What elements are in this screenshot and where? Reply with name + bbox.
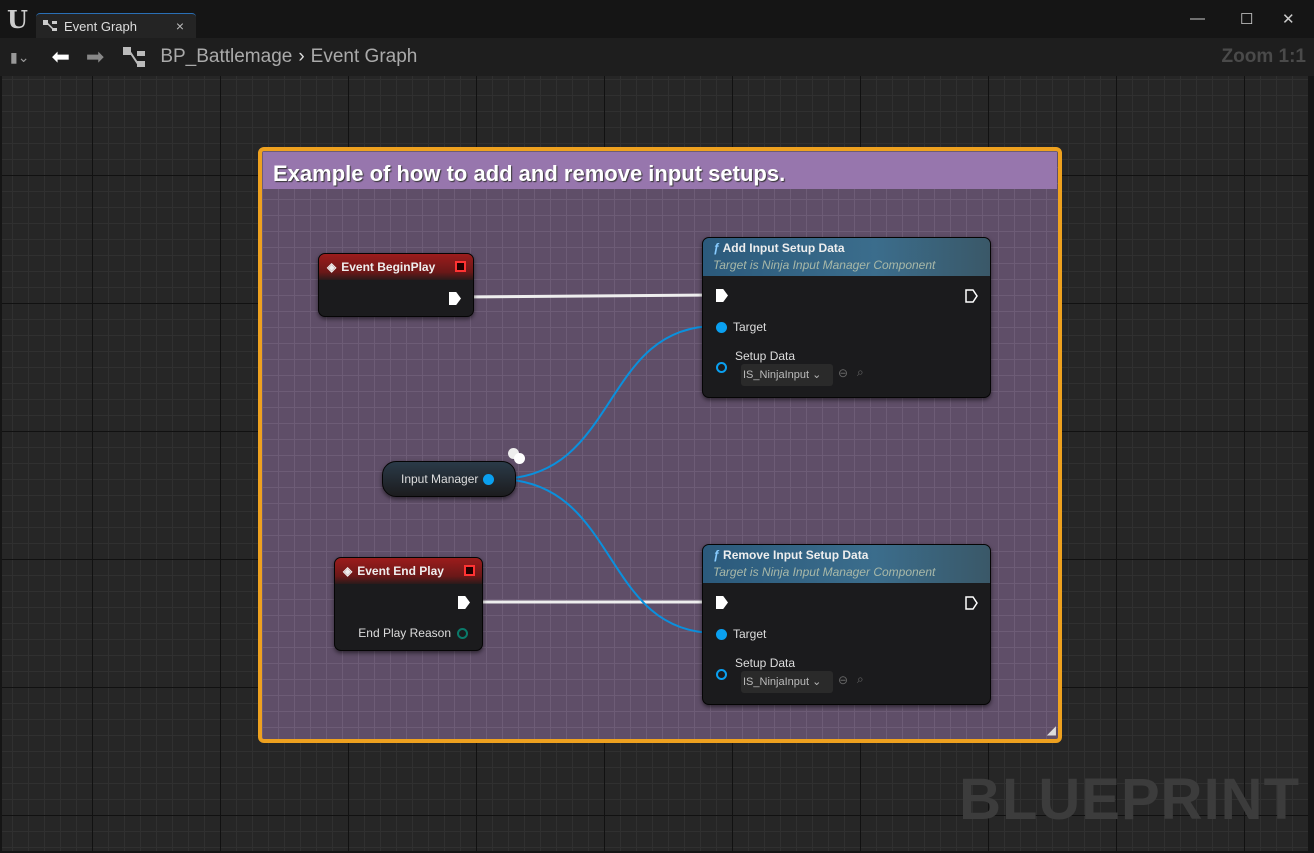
delegate-pin-icon[interactable] <box>464 565 475 576</box>
setup-data-pin[interactable] <box>716 669 727 680</box>
object-wire-add <box>496 325 717 480</box>
node-event-endplay[interactable]: ◈ Event End Play End Play Reason <box>334 557 483 651</box>
bookmark-icon[interactable]: ▮⌄ <box>10 49 29 66</box>
node-subtitle: Target is Ninja Input Manager Component <box>713 565 936 579</box>
setup-data-dropdown[interactable]: IS_NinjaInput ⌄ <box>741 364 833 386</box>
exec-out-pin[interactable] <box>965 289 978 303</box>
breadcrumb-blueprint[interactable]: BP_Battlemage <box>160 46 292 68</box>
toolbar: ▮⌄ ⬅ ➡ BP_Battlemage › Event Graph Zoom … <box>0 38 1314 76</box>
target-pin[interactable] <box>716 321 727 333</box>
node-remove-input-setup-data[interactable]: ƒ Remove Input Setup Data Target is Ninja… <box>702 544 991 705</box>
node-title: Add Input Setup Data <box>722 241 845 255</box>
breadcrumb-separator: › <box>298 46 305 67</box>
event-icon: ◈ <box>343 564 353 578</box>
node-event-beginplay[interactable]: ◈ Event BeginPlay <box>318 253 474 317</box>
function-icon: ƒ <box>713 241 720 255</box>
event-icon: ◈ <box>327 260 337 274</box>
enum-pin[interactable] <box>457 627 468 639</box>
pin-label: Target <box>733 320 767 334</box>
pin-label: Setup Data <box>735 349 796 363</box>
graph-icon <box>123 47 146 67</box>
function-icon: ƒ <box>713 548 720 562</box>
exec-out-pin[interactable] <box>458 596 470 609</box>
object-out-pin[interactable] <box>483 473 495 485</box>
delegate-pin-icon[interactable] <box>455 261 466 272</box>
object-wire-remove <box>496 478 717 634</box>
exec-wire-begin <box>461 293 713 299</box>
zoom-level: Zoom 1:1 <box>1221 46 1306 67</box>
target-pin[interactable] <box>716 628 727 640</box>
forward-arrow-icon[interactable]: ➡ <box>86 44 104 70</box>
exec-in-pin[interactable] <box>716 289 728 302</box>
pin-label: Target <box>733 627 767 641</box>
node-title: Event End Play <box>357 564 444 578</box>
node-add-input-setup-data[interactable]: ƒ Add Input Setup Data Target is Ninja In… <box>702 237 991 398</box>
variable-label: Input Manager <box>401 472 479 486</box>
breadcrumb-graph[interactable]: Event Graph <box>311 46 418 68</box>
node-title: Event BeginPlay <box>341 260 436 274</box>
wires <box>461 293 717 634</box>
use-selected-icon[interactable]: ⊖ <box>838 673 848 687</box>
browse-search-icon[interactable]: ⌕ <box>857 365 864 380</box>
pin-label: Setup Data <box>735 656 796 670</box>
exec-in-pin[interactable] <box>716 596 728 609</box>
node-input-manager[interactable]: Input Manager <box>382 461 516 497</box>
pin-label: End Play Reason <box>358 626 451 640</box>
setup-data-pin[interactable] <box>716 362 727 373</box>
node-subtitle: Target is Ninja Input Manager Component <box>713 258 936 272</box>
exec-out-pin[interactable] <box>449 292 461 305</box>
dropdown-value: IS_NinjaInput <box>743 369 810 381</box>
setup-data-dropdown[interactable]: IS_NinjaInput ⌄ <box>741 671 833 693</box>
exec-out-pin[interactable] <box>965 596 978 610</box>
dropdown-value: IS_NinjaInput <box>743 676 810 688</box>
browse-search-icon[interactable]: ⌕ <box>857 672 864 687</box>
context-sensitive-icon <box>508 448 526 464</box>
use-selected-icon[interactable]: ⊖ <box>838 366 848 380</box>
back-arrow-icon[interactable]: ⬅ <box>51 44 69 70</box>
node-title: Remove Input Setup Data <box>723 548 869 562</box>
